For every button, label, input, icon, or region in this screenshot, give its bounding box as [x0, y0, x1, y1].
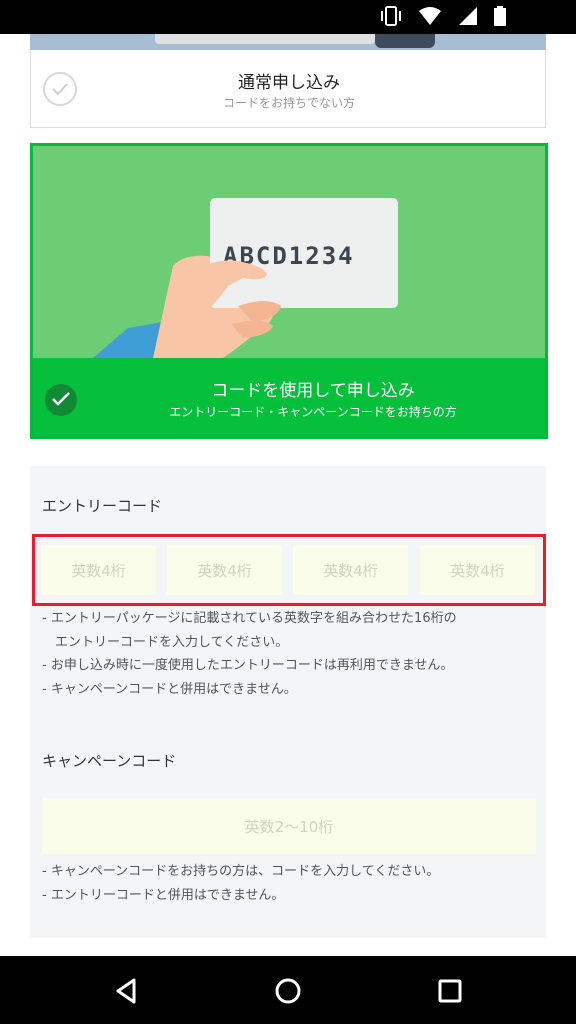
checked-circle-icon: [45, 384, 77, 416]
entry-code-input-2[interactable]: 英数4桁: [167, 545, 282, 595]
entry-code-input-1[interactable]: 英数4桁: [41, 545, 156, 595]
entry-code-notes: - エントリーパッケージに記載されている英数字を組み合わせた16桁の エントリー…: [42, 607, 457, 701]
code-option-subtitle: エントリーコード・キャンペーンコードをお持ちの方: [169, 405, 457, 419]
campaign-note-2: - エントリーコードと併用はできません。: [42, 887, 285, 903]
signal-icon: [458, 6, 478, 26]
vibrate-icon: [380, 6, 402, 26]
code-entry-panel: エントリーコード 英数4桁 英数4桁 英数4桁 英数4桁 - エントリーパッケー…: [30, 466, 546, 938]
entry-code-input-4[interactable]: 英数4桁: [420, 545, 535, 595]
code-application-option[interactable]: ABCD1234 コードを使用して申し込み エントリーコード・キャンペーンコード…: [30, 143, 548, 439]
status-bar: [0, 0, 576, 34]
entry-code-input-3[interactable]: 英数4桁: [293, 545, 408, 595]
hand-holding-card-illustration: ABCD1234: [33, 146, 545, 358]
entry-note-1-cont: エントリーコードを入力してください。: [55, 634, 289, 650]
code-option-footer: コードを使用して申し込み エントリーコード・キャンペーンコードをお持ちの方: [33, 358, 545, 436]
back-icon[interactable]: [112, 976, 142, 1006]
campaign-code-input[interactable]: 英数2〜10桁: [42, 798, 536, 854]
normal-application-option[interactable]: 通常申し込み コードをお持ちでない方: [30, 50, 546, 128]
entry-note-1: - エントリーパッケージに記載されている英数字を組み合わせた16桁の: [42, 611, 457, 626]
wifi-icon: [418, 6, 442, 26]
recent-apps-icon[interactable]: [435, 976, 465, 1006]
battery-icon: [494, 6, 506, 26]
entry-note-2: - お申し込み時に一度使用したエントリーコードは再利用できません。: [42, 658, 454, 673]
navigation-bar: [0, 956, 576, 1024]
campaign-code-notes: - キャンペーンコードをお持ちの方は、コードを入力してください。 - エントリー…: [42, 860, 439, 907]
code-option-title: コードを使用して申し込み: [211, 381, 415, 401]
previous-card-image-edge: [30, 34, 546, 50]
campaign-code-label: キャンペーンコード: [42, 752, 177, 770]
normal-option-title: 通常申し込み: [238, 73, 340, 93]
normal-option-subtitle: コードをお持ちでない方: [222, 96, 355, 110]
entry-note-3: - キャンペーンコードと併用はできません。: [42, 681, 297, 697]
campaign-note-1: - キャンペーンコードをお持ちの方は、コードを入力してください。: [42, 864, 440, 879]
entry-code-input-group: 英数4桁 英数4桁 英数4桁 英数4桁: [32, 534, 546, 606]
entry-code-label: エントリーコード: [42, 497, 163, 515]
home-icon[interactable]: [273, 976, 303, 1006]
